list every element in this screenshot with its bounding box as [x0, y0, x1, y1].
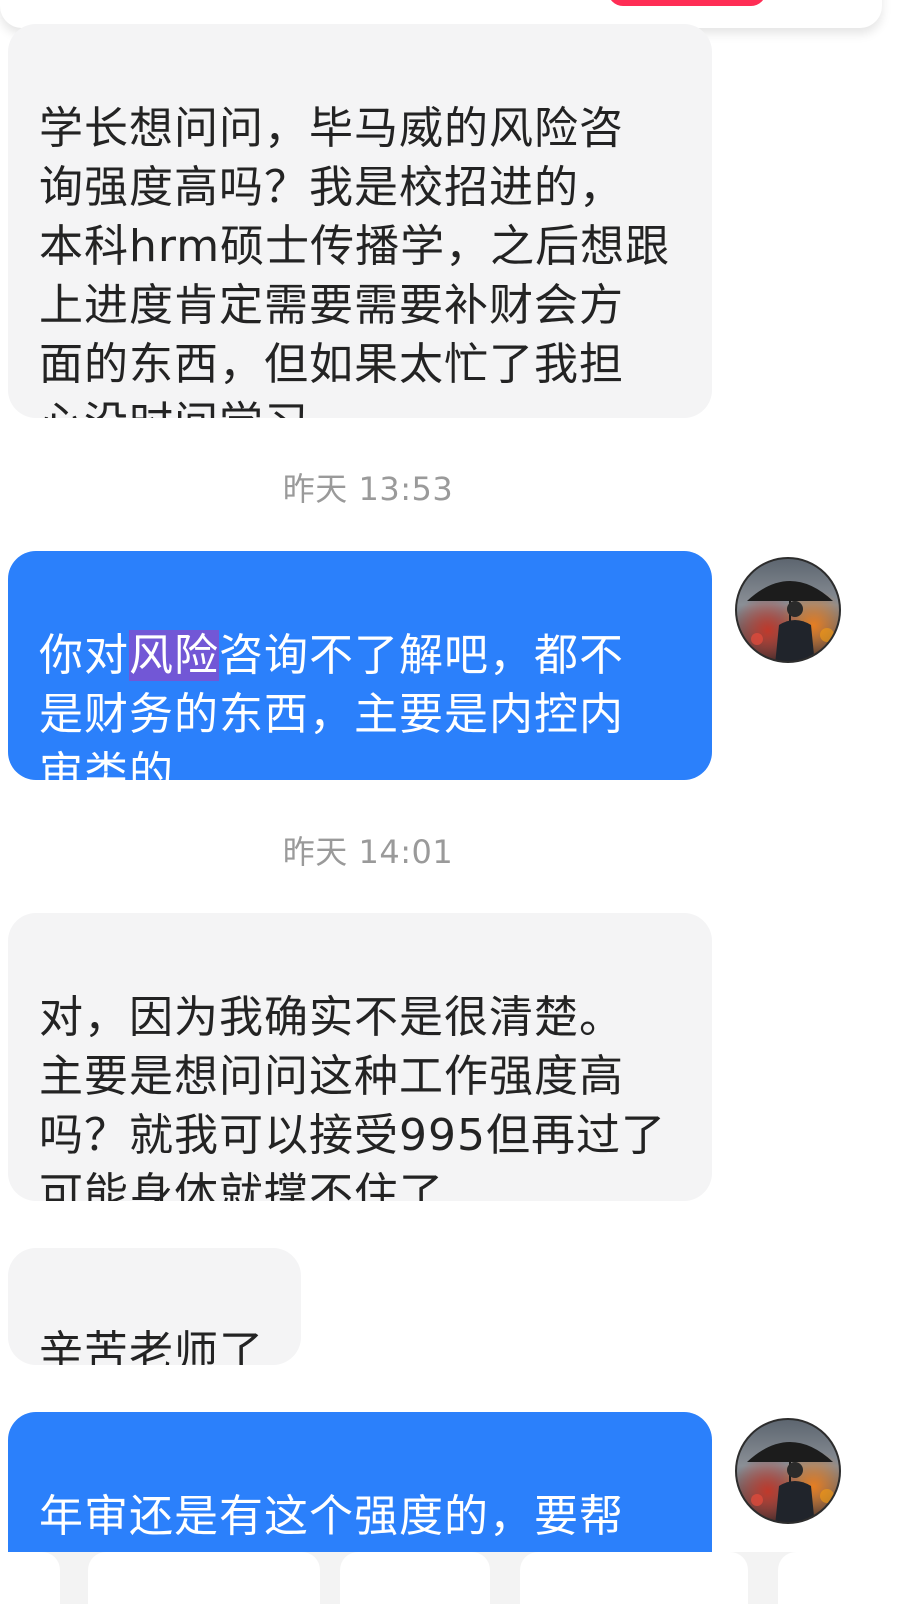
message-bubble-outgoing[interactable]: 你对风险咨询不了解吧，都不 是财务的东西，主要是内控内 审类的: [8, 551, 712, 780]
message-timestamp: 昨天 13:53: [282, 470, 454, 508]
selected-text-highlight[interactable]: 风险: [129, 630, 219, 681]
bottom-quick-action-bar: [0, 1552, 908, 1604]
message-bubble-incoming[interactable]: 学长想问问，毕马威的风险咨 询强度高吗？我是校招进的， 本科hrm硕士传播学，之…: [8, 24, 712, 418]
quick-action-chip[interactable]: [778, 1552, 908, 1604]
user-avatar[interactable]: [735, 1418, 841, 1524]
action-pill-button[interactable]: [608, 0, 766, 6]
message-text-before: 你对: [39, 630, 129, 681]
message-bubble-incoming[interactable]: 辛苦老师了: [8, 1248, 301, 1365]
avatar-man-with-umbrella-icon: [747, 1442, 834, 1522]
avatar-man-with-umbrella-icon: [747, 581, 834, 661]
user-avatar[interactable]: [735, 557, 841, 663]
quick-action-chip[interactable]: [340, 1552, 490, 1604]
message-text: 对，因为我确实不是很清楚。 主要是想问问这种工作强度高 吗？就我可以接受995但…: [39, 992, 666, 1201]
message-text: 辛苦老师了: [39, 1327, 264, 1365]
message-bubble-incoming[interactable]: 对，因为我确实不是很清楚。 主要是想问问这种工作强度高 吗？就我可以接受995但…: [8, 913, 712, 1201]
quick-action-chip[interactable]: [88, 1552, 320, 1604]
message-timestamp: 昨天 14:01: [282, 833, 454, 871]
quick-action-chip[interactable]: [520, 1552, 748, 1604]
message-text: 学长想问问，毕马威的风险咨 询强度高吗？我是校招进的， 本科hrm硕士传播学，之…: [39, 103, 671, 418]
quick-action-chip[interactable]: [0, 1552, 60, 1604]
